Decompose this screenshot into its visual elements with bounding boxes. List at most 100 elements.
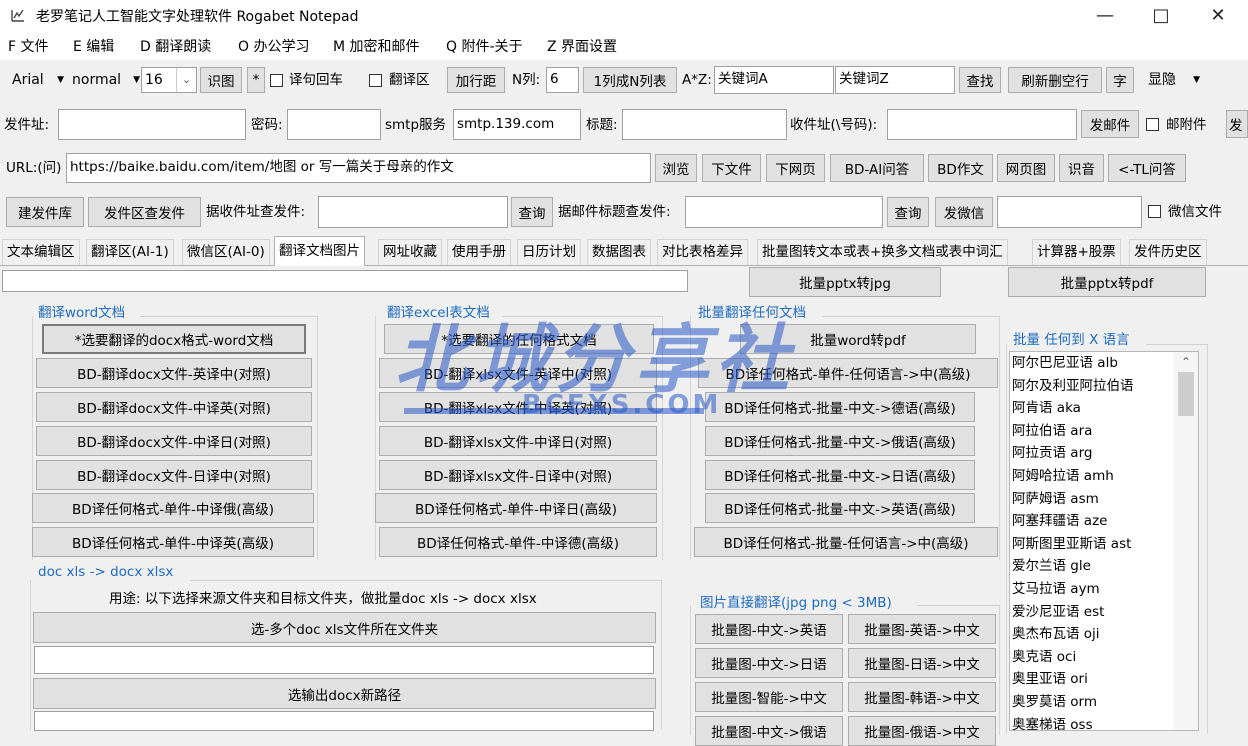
one-to-n-button[interactable]: 1列成N列表 — [583, 67, 677, 93]
tab-translate-ai1[interactable]: 翻译区(AI-1) — [86, 239, 174, 265]
img-ru-zh-button[interactable]: 批量图-俄语->中文 — [848, 716, 996, 746]
img-ja-zh-button[interactable]: 批量图-日语->中文 — [848, 648, 996, 678]
download-page-button[interactable]: 下网页 — [766, 154, 825, 182]
path-input[interactable] — [2, 270, 688, 292]
tab-text-edit[interactable]: 文本编辑区 — [2, 239, 80, 265]
webpage-image-button[interactable]: 网页图 — [997, 154, 1055, 182]
bd-docx-en-zh-button[interactable]: BD-翻译docx文件-英译中(对照) — [36, 358, 312, 388]
list-item[interactable]: 奥里亚语 ori — [1010, 668, 1170, 691]
batch-word-to-pdf-button[interactable]: 批量word转pdf — [740, 324, 976, 354]
tab-translate-doc-image[interactable]: 翻译文档图片 — [274, 236, 365, 266]
list-item[interactable]: 奥杰布瓦语 oji — [1010, 623, 1170, 646]
ncol-input[interactable]: 6 — [546, 67, 579, 93]
bd-any-single-zh-ja-button[interactable]: BD译任何格式-单件-中译日(高级) — [375, 493, 657, 523]
by-subject-input[interactable] — [685, 196, 883, 228]
scroll-up-icon[interactable]: ⌃ — [1174, 352, 1198, 372]
img-zh-ja-button[interactable]: 批量图-中文->日语 — [695, 648, 843, 678]
list-item[interactable]: 艾马拉语 aym — [1010, 578, 1170, 601]
build-library-button[interactable]: 建发件库 — [6, 197, 84, 227]
menu-encrypt-mail[interactable]: M 加密和邮件 — [333, 36, 420, 56]
extra-button[interactable]: 发 — [1226, 110, 1248, 138]
select-any-doc-button[interactable]: *选要翻译的任何格式文档 — [384, 324, 654, 354]
list-item[interactable]: 爱沙尼亚语 est — [1010, 601, 1170, 624]
menu-office[interactable]: O 办公学习 — [238, 36, 309, 56]
bd-docx-zh-en-button[interactable]: BD-翻译docx文件-中译英(对照) — [36, 392, 312, 422]
size-select[interactable]: 16 ⌄ — [141, 67, 197, 93]
by-recipient-input[interactable] — [318, 196, 508, 228]
style-select[interactable]: normal ▼ — [70, 67, 142, 93]
list-item[interactable]: 奥罗莫语 orm — [1010, 691, 1170, 714]
select-output-path-button[interactable]: 选输出docx新路径 — [33, 678, 656, 709]
select-source-folder-button[interactable]: 选-多个doc xls文件所在文件夹 — [33, 612, 656, 643]
list-item[interactable]: 阿尔及利亚阿拉伯语 — [1010, 375, 1170, 398]
add-spacing-button[interactable]: 加行距 — [447, 67, 505, 93]
list-item[interactable]: 阿肯语 aka — [1010, 397, 1170, 420]
sender-input[interactable] — [58, 109, 246, 140]
wechat-input[interactable] — [997, 196, 1142, 228]
smtp-input[interactable]: smtp.139.com — [453, 109, 581, 140]
char-button[interactable]: 字 — [1106, 67, 1134, 93]
bd-xlsx-en-zh-button[interactable]: BD-翻译xlsx文件-英译中(对照) — [379, 358, 657, 388]
wechat-file-checkbox[interactable] — [1148, 205, 1161, 218]
transarea-checkbox[interactable] — [369, 74, 382, 87]
bd-docx-zh-ja-button[interactable]: BD-翻译docx文件-中译日(对照) — [36, 426, 312, 456]
recipient-input[interactable] — [887, 109, 1077, 140]
menu-translate[interactable]: D 翻译朗读 — [140, 36, 211, 56]
wrap-checkbox[interactable] — [270, 74, 283, 87]
keyword-z-input[interactable]: 关键词Z — [835, 66, 955, 94]
bd-any-batch-zh-ja-button[interactable]: BD译任何格式-批量-中文->日语(高级) — [705, 460, 975, 490]
tab-send-history[interactable]: 发件历史区 — [1129, 239, 1207, 265]
bd-any-single-zh-de-button[interactable]: BD译任何格式-单件-中译德(高级) — [379, 527, 657, 557]
select-word-doc-button[interactable]: *选要翻译的docx格式-word文档 — [42, 324, 306, 354]
bd-xlsx-zh-ja-button[interactable]: BD-翻译xlsx文件-中译日(对照) — [379, 426, 657, 456]
menu-interface[interactable]: Z 界面设置 — [547, 36, 617, 56]
tab-wechat-ai0[interactable]: 微信区(AI-0) — [182, 239, 270, 265]
recognize-image-button[interactable]: 识图 — [200, 67, 242, 93]
tab-calendar[interactable]: 日历计划 — [517, 239, 581, 265]
minimize-icon[interactable]: — — [1082, 2, 1128, 28]
send-wechat-button[interactable]: 发微信 — [935, 197, 993, 227]
maximize-icon[interactable]: □ — [1138, 2, 1184, 28]
scrollbar-thumb[interactable] — [1178, 372, 1194, 416]
bd-any-single-zh-ru-button[interactable]: BD译任何格式-单件-中译俄(高级) — [32, 493, 314, 523]
list-item[interactable]: 爱尔兰语 gle — [1010, 555, 1170, 578]
img-zh-ru-button[interactable]: 批量图-中文->俄语 — [695, 716, 843, 746]
query-recipient-button[interactable]: 查询 — [511, 197, 553, 227]
menu-addons[interactable]: Q 附件-关于 — [446, 36, 523, 56]
browse-button[interactable]: 浏览 — [655, 154, 697, 182]
send-mail-button[interactable]: 发邮件 — [1081, 110, 1139, 138]
tab-data-chart[interactable]: 数据图表 — [587, 239, 651, 265]
tab-manual[interactable]: 使用手册 — [447, 239, 511, 265]
bd-any-batch-zh-de-button[interactable]: BD译任何格式-批量-中文->德语(高级) — [705, 392, 975, 422]
bd-any-batch-zh-ru-button[interactable]: BD译任何格式-批量-中文->俄语(高级) — [705, 426, 975, 456]
query-sent-button[interactable]: 发件区查发件 — [88, 197, 201, 227]
keyword-a-input[interactable]: 关键词A — [714, 66, 834, 94]
list-item[interactable]: 奥塞梯语 oss — [1010, 714, 1170, 731]
tab-compare-table[interactable]: 对比表格差异 — [657, 239, 748, 265]
list-item[interactable]: 阿拉贡语 arg — [1010, 442, 1170, 465]
img-en-zh-button[interactable]: 批量图-英语->中文 — [848, 614, 996, 644]
recognize-sound-button[interactable]: 识音 — [1059, 154, 1104, 182]
img-auto-zh-button[interactable]: 批量图-智能->中文 — [695, 682, 843, 712]
download-file-button[interactable]: 下文件 — [702, 154, 761, 182]
bd-any-single-zh-en-button[interactable]: BD译任何格式-单件-中译英(高级) — [32, 527, 314, 557]
query-subject-button[interactable]: 查询 — [887, 197, 929, 227]
pptx-to-jpg-button[interactable]: 批量pptx转jpg — [749, 267, 941, 297]
tab-batch-image-text[interactable]: 批量图转文本或表+换多文档或表中词汇 — [757, 239, 1008, 265]
star-button[interactable]: * — [247, 67, 265, 93]
source-folder-input[interactable] — [34, 646, 654, 674]
list-item[interactable]: 阿萨姆语 asm — [1010, 488, 1170, 511]
tab-calculator-stock[interactable]: 计算器+股票 — [1032, 239, 1121, 265]
list-item[interactable]: 阿塞拜疆语 aze — [1010, 510, 1170, 533]
show-hide-select[interactable]: 显隐 ▼ — [1148, 67, 1208, 93]
img-ko-zh-button[interactable]: 批量图-韩语->中文 — [848, 682, 996, 712]
bd-docx-ja-zh-button[interactable]: BD-翻译docx文件-日译中(对照) — [36, 460, 312, 490]
bd-xlsx-ja-zh-button[interactable]: BD-翻译xlsx文件-日译中(对照) — [379, 460, 657, 490]
bd-any-batch-any-zh-button[interactable]: BD译任何格式-批量-任何语言->中(高级) — [694, 527, 998, 557]
font-select[interactable]: Arial ▼ — [8, 67, 68, 93]
menu-edit[interactable]: E 编辑 — [73, 36, 114, 56]
attach-checkbox[interactable] — [1146, 118, 1159, 131]
list-item[interactable]: 奥克语 oci — [1010, 646, 1170, 669]
tab-url-favorites[interactable]: 网址收藏 — [378, 239, 442, 265]
output-path-input[interactable] — [34, 711, 654, 731]
